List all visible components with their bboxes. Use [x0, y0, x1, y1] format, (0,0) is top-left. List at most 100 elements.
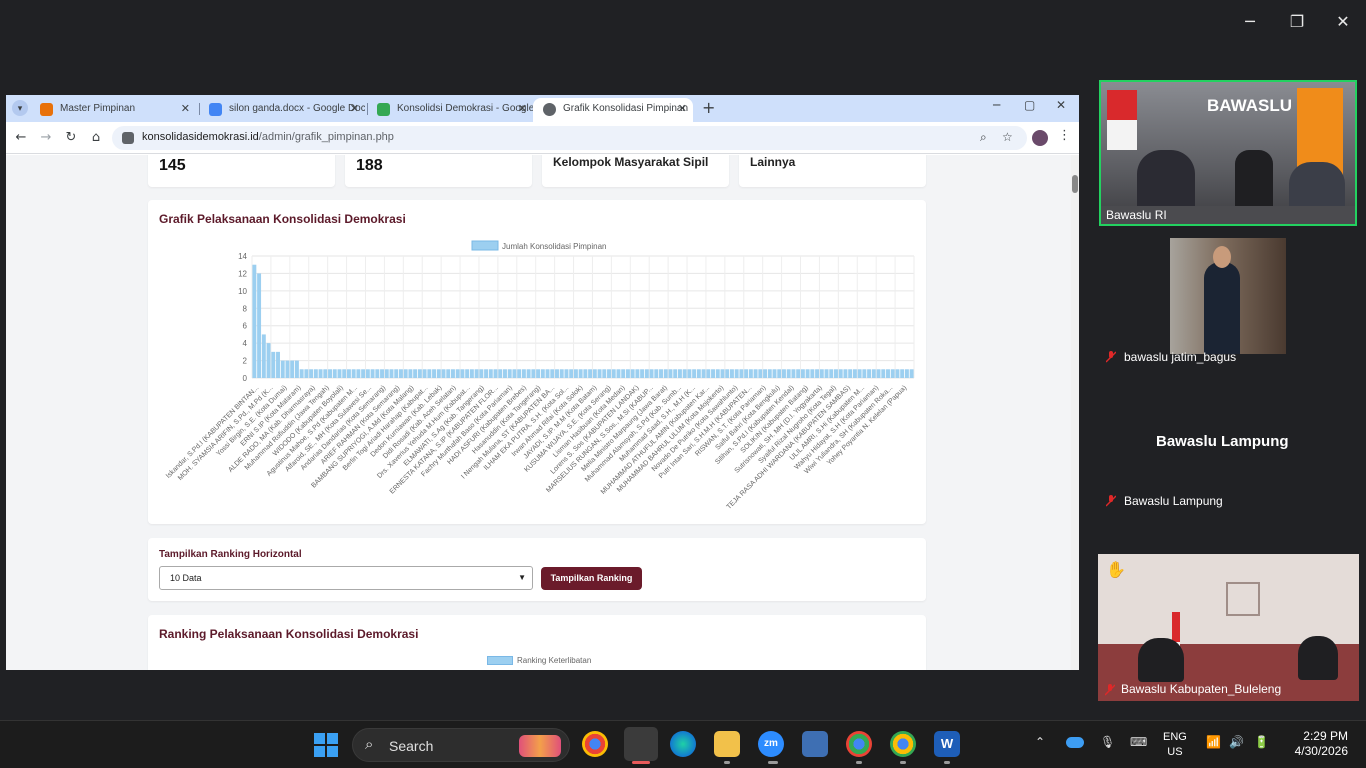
bar [607, 369, 611, 378]
bar [701, 369, 706, 378]
chrome-profile-icon[interactable] [846, 731, 872, 757]
word-icon[interactable]: W [934, 731, 960, 757]
bar [573, 369, 578, 378]
chrome-icon[interactable] [582, 731, 608, 757]
clock[interactable]: 2:29 PM 4/30/2026 [1295, 729, 1348, 759]
taskbar-search[interactable]: ⌕ Search [352, 728, 570, 762]
show-ranking-button[interactable]: Tampilkan Ranking [541, 567, 642, 590]
search-label: Search [389, 738, 434, 754]
volume-icon[interactable]: 🔊 [1229, 735, 1244, 749]
home-icon[interactable]: ⌂ [87, 129, 105, 147]
scroll-thumb[interactable] [1072, 175, 1078, 193]
video-tile-bawaslu-ri[interactable]: BAWASLU Bawaslu RI [1099, 80, 1357, 226]
zoom-search-icon[interactable]: ⌕ [980, 130, 987, 145]
bar [351, 369, 356, 378]
file-explorer-icon[interactable] [714, 731, 740, 757]
bar [668, 369, 673, 378]
legend-swatch [471, 240, 499, 251]
bar [602, 369, 607, 378]
bar [564, 369, 569, 378]
forward-icon[interactable]: → [37, 129, 55, 147]
chrome-profile-icon[interactable] [890, 731, 916, 757]
mic-off-icon [1106, 495, 1116, 507]
close-tab-icon[interactable]: ✕ [518, 98, 527, 120]
tab-grafik-konsolidasi[interactable]: Grafik Konsolidasi Pimpinan ✕ [533, 98, 693, 122]
menu-icon[interactable]: ⋮ [1058, 128, 1071, 143]
video-tile-jatim[interactable] [1170, 238, 1286, 354]
bar [696, 369, 701, 378]
reload-icon[interactable]: ↻ [62, 129, 80, 147]
page-content: 145 188 Kelompok Masyarakat Sipil Lainny… [6, 155, 1071, 670]
bar [867, 369, 872, 378]
bar [328, 369, 332, 378]
app-logo-icon [40, 103, 53, 116]
wifi-icon[interactable]: 📶 [1206, 735, 1221, 749]
drive-icon [377, 103, 390, 116]
stat-card-3: Kelompok Masyarakat Sipil [542, 155, 729, 187]
ranking-form-card: Tampilkan Ranking Horizontal 10 Data ▼ Ta… [148, 538, 926, 601]
bawaslu-logo-text: BAWASLU [1207, 96, 1292, 115]
app-icon[interactable] [802, 731, 828, 757]
keyboard-icon[interactable]: ⌨ [1130, 735, 1147, 749]
chevron-up-icon[interactable]: ⌃ [1035, 735, 1045, 749]
page-scrollbar[interactable] [1071, 155, 1079, 670]
bar [900, 369, 905, 378]
bar [659, 369, 663, 378]
tab-strip: ▾ Master Pimpinan ✕ silon ganda.docx - G… [6, 95, 1079, 122]
close-tab-icon[interactable]: ✕ [350, 98, 359, 120]
address-bar[interactable]: konsolidasidemokrasi.id/admin/grafik_pim… [112, 126, 1027, 150]
tab-konsolidsi-demokrasi[interactable]: Konsolidsi Demokrasi - Google ✕ [367, 98, 533, 122]
tab-master-pimpinan[interactable]: Master Pimpinan ✕ [30, 98, 196, 122]
microphone-icon[interactable]: 🎙 [1100, 735, 1115, 749]
active-app-icon[interactable] [624, 727, 658, 761]
bar [625, 369, 630, 378]
tab-silon-ganda[interactable]: silon ganda.docx - Google Docs ✕ [199, 98, 365, 122]
mic-off-icon [1106, 351, 1116, 363]
close-tab-icon[interactable]: ✕ [678, 98, 687, 120]
browser-maximize-icon[interactable]: ▢ [1024, 98, 1035, 112]
language-indicator[interactable]: ENG US [1163, 730, 1187, 760]
bar [432, 369, 437, 378]
y-tick-label: 0 [243, 374, 248, 383]
browser-close-icon[interactable]: ✕ [1056, 98, 1066, 112]
bar [451, 369, 455, 378]
tab-search-icon[interactable]: ▾ [12, 100, 28, 116]
bar [304, 369, 309, 378]
bookmark-star-icon[interactable]: ☆ [1002, 130, 1013, 144]
battery-icon[interactable]: 🔋 [1254, 735, 1269, 749]
bar [782, 369, 786, 378]
restore-icon[interactable]: ❐ [1284, 10, 1310, 34]
bar [441, 369, 446, 378]
ranking-legend-swatch [487, 656, 513, 665]
onedrive-icon[interactable] [1066, 737, 1084, 748]
bar [744, 369, 749, 378]
participant-name-jatim: bawaslu jatim_bagus [1124, 350, 1237, 364]
bar [526, 369, 531, 378]
new-tab-icon[interactable]: + [702, 98, 715, 117]
site-info-icon[interactable] [122, 132, 134, 144]
bar [654, 369, 659, 378]
zoom-icon[interactable]: zm [758, 731, 784, 757]
zoom-title-bar: ─ ❐ ✕ [0, 0, 1366, 44]
minimize-icon[interactable]: ─ [1237, 10, 1263, 34]
edge-icon[interactable] [670, 731, 696, 757]
bar [398, 369, 403, 378]
ranking-count-select[interactable]: 10 Data ▼ [159, 566, 533, 590]
bar [484, 369, 489, 378]
bar [791, 369, 796, 378]
stat-label: Kelompok Masyarakat Sipil [553, 155, 709, 169]
bar [559, 369, 564, 378]
bar [592, 369, 597, 378]
close-icon[interactable]: ✕ [1330, 10, 1356, 34]
close-tab-icon[interactable]: ✕ [181, 98, 190, 120]
video-tile-buleleng[interactable]: ✋ Bawaslu Kabupaten_Buleleng [1098, 554, 1359, 701]
bar [365, 369, 370, 378]
profile-avatar[interactable] [1032, 130, 1048, 146]
wall-logo [1226, 582, 1260, 616]
bar [536, 369, 541, 378]
windows-start-icon[interactable] [314, 733, 338, 757]
bar [630, 369, 635, 378]
back-icon[interactable]: ← [12, 129, 30, 147]
bar [261, 334, 266, 378]
browser-minimize-icon[interactable]: ─ [993, 98, 1000, 112]
